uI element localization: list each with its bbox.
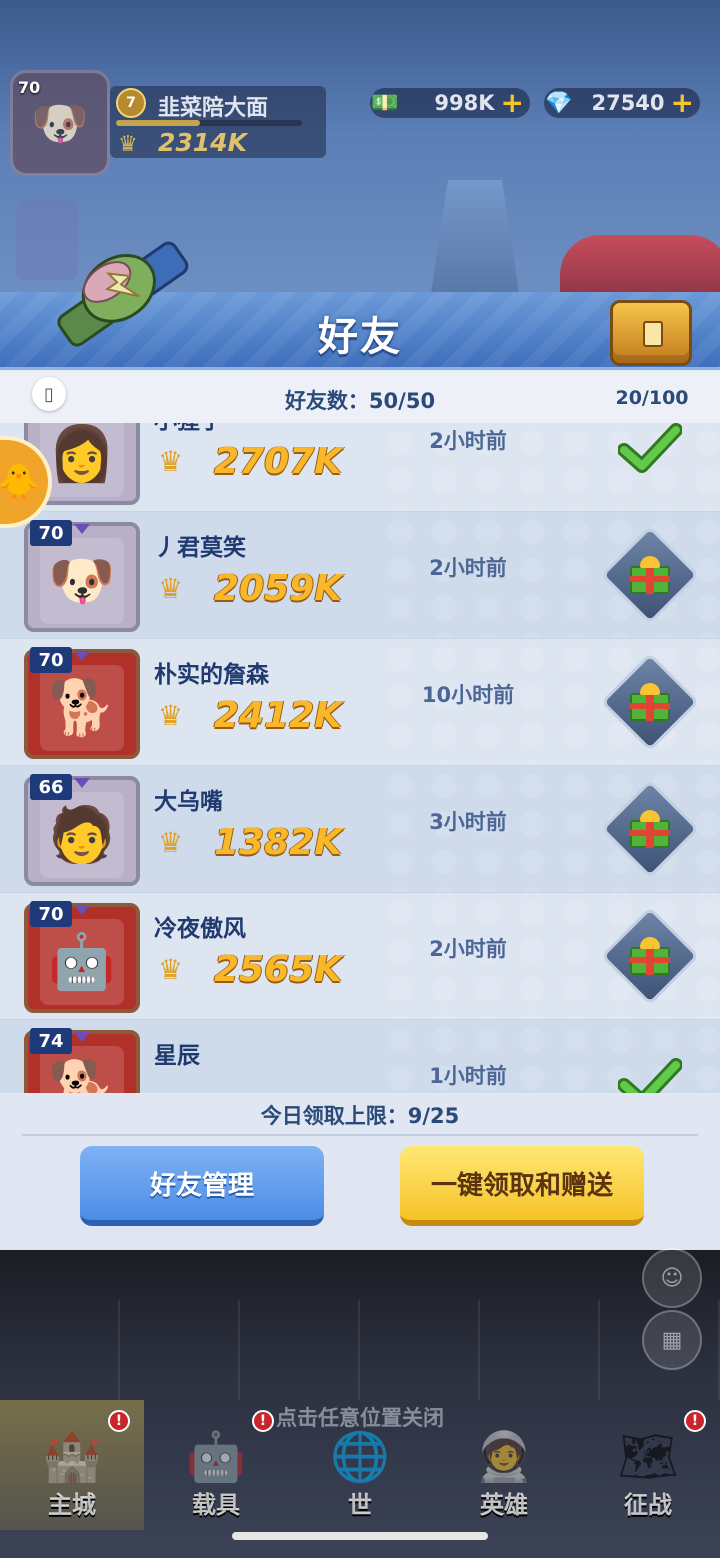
home-indicator [232, 1532, 488, 1540]
send-gift-button[interactable] [600, 525, 700, 625]
last-online: 2小时前 [429, 429, 507, 453]
friend-avatar-image: 👩 [40, 423, 124, 497]
friend-action[interactable] [600, 652, 700, 752]
hero-icon: 🧑‍🚀 [474, 1429, 534, 1485]
friend-action[interactable] [610, 423, 690, 485]
power-wings-icon: ♛ [158, 445, 184, 478]
gift-icon [630, 937, 670, 975]
send-gift-button[interactable] [600, 652, 700, 752]
friend-action[interactable] [600, 906, 700, 1006]
add-cash-button[interactable]: + [501, 89, 530, 117]
send-gift-button[interactable] [600, 779, 700, 879]
friend-power: 2707K [214, 441, 343, 482]
friend-name: 星辰 [154, 1043, 200, 1069]
friend-level: 74 [30, 1028, 72, 1054]
nav-label: 英雄 [480, 1491, 528, 1519]
friend-stats-row: ▯ 好友数：50/50 20/100 [0, 373, 720, 423]
send-gift-button[interactable] [600, 906, 700, 1006]
add-gems-button[interactable]: + [671, 89, 700, 117]
power-wings-icon: ♛ [158, 826, 184, 859]
claim-and-send-button[interactable]: 一键领取和赠送 [400, 1146, 644, 1226]
friend-power: 2565K [214, 949, 343, 990]
check-icon [618, 1058, 682, 1093]
friend-avatar-image: 🧑 [40, 792, 124, 878]
rank-badge: 7 [116, 88, 146, 118]
friend-avatar-image: 🤖 [40, 919, 124, 1005]
floor-lines [0, 1300, 720, 1400]
handshake-icon [57, 241, 189, 347]
castle-icon: 🏰 [42, 1429, 102, 1485]
friend-row[interactable]: 🧑 66 大乌嘴 ♛ 1382K 3小时前 [0, 766, 720, 893]
friend-name: 大乌嘴 [154, 789, 223, 815]
friend-name: 冷夜傲风 [154, 916, 246, 942]
friend-action[interactable] [610, 1046, 690, 1093]
friend-count: 好友数：50/50 [284, 389, 436, 413]
friend-row[interactable]: 👩 小猩子 ♛ 2707K 2小时前 [0, 423, 720, 512]
gem-icon: 💎 [545, 90, 573, 116]
last-online: 3小时前 [429, 810, 507, 834]
xp-bar-fill [116, 120, 200, 126]
nav-label: 世 [348, 1491, 372, 1519]
nav-label: 主城 [48, 1491, 96, 1519]
gift-chest-icon[interactable] [610, 300, 692, 366]
vehicle-icon: 🤖 [186, 1429, 246, 1485]
friend-power: 2412K [214, 695, 343, 736]
cash-icon: 💵 [371, 90, 399, 116]
close-hint[interactable]: 点击任意位置关闭 [0, 1402, 720, 1432]
xp-bar [116, 120, 302, 126]
phone-icon[interactable]: ▯ [32, 377, 66, 411]
power-wings-icon: ♛ [118, 132, 138, 157]
divider [22, 1134, 698, 1136]
last-online: 10小时前 [421, 683, 515, 707]
friend-name: 小猩子 [154, 423, 223, 435]
friends-dialog: 好友 ▯ 好友数：50/50 20/100 👩小猩子♛2707K2小时前🐶70丿… [0, 241, 720, 1250]
friend-name: 朴实的詹森 [154, 662, 269, 688]
friend-list[interactable]: 👩小猩子♛2707K2小时前🐶70丿君莫笑♛2059K2小时前🐕70朴实的詹森♛… [0, 423, 720, 1093]
friend-row[interactable]: 🐶 70 丿君莫笑 ♛ 2059K 2小时前 [0, 512, 720, 639]
player-level: 70 [18, 78, 41, 97]
daily-limit: 今日领取上限：9/25 [260, 1104, 460, 1128]
side-menu-icon[interactable]: ☺ [642, 1248, 702, 1308]
gift-icon [630, 683, 670, 721]
power-wings-icon: ♛ [158, 572, 184, 605]
gem-value: 27540 [591, 91, 665, 115]
leaderboard-icon[interactable]: ▦ [642, 1310, 702, 1370]
last-online: 2小时前 [429, 556, 507, 580]
friend-action[interactable] [600, 779, 700, 879]
friend-level: 66 [30, 774, 72, 800]
nav-label: 载具 [192, 1491, 240, 1519]
friend-list-scroll: 👩小猩子♛2707K2小时前🐶70丿君莫笑♛2059K2小时前🐕70朴实的詹森♛… [0, 423, 720, 1093]
friend-level: 70 [30, 520, 72, 546]
player-name: 韭菜陪大面 [158, 96, 269, 121]
friend-row[interactable]: 🐕 74 星辰 1小时前 [0, 1020, 720, 1093]
gift-icon [630, 556, 670, 594]
nav-label: 征战 [624, 1491, 672, 1519]
friend-action[interactable] [600, 525, 700, 625]
check-icon [618, 423, 682, 473]
friend-level: 70 [30, 901, 72, 927]
gift-icon [630, 810, 670, 848]
battle-icon: 🗺 [617, 1429, 679, 1485]
last-online: 1小时前 [429, 1064, 507, 1088]
friend-level: 70 [30, 647, 72, 673]
power-wings-icon: ♛ [158, 699, 184, 732]
friend-power: 2059K [214, 568, 343, 609]
friend-power: 1382K [214, 822, 343, 863]
friend-name: 丿君莫笑 [154, 535, 246, 561]
player-power: 2314K [158, 128, 247, 157]
cash-resource[interactable]: 💵 998K + [370, 88, 530, 118]
gem-resource[interactable]: 💎 27540 + [544, 88, 700, 118]
cash-value: 998K [434, 91, 495, 115]
friend-avatar-image: 🐕 [40, 665, 124, 751]
gift-count: 20/100 [615, 387, 689, 409]
friend-row[interactable]: 🤖 70 冷夜傲风 ♛ 2565K 2小时前 [0, 893, 720, 1020]
friend-row[interactable]: 🐕 70 朴实的詹森 ♛ 2412K 10小时前 [0, 639, 720, 766]
last-online: 2小时前 [429, 937, 507, 961]
world-icon: 🌐 [330, 1429, 390, 1485]
power-wings-icon: ♛ [158, 953, 184, 986]
friend-avatar-image: 🐶 [40, 538, 124, 624]
manage-friends-button[interactable]: 好友管理 [80, 1146, 324, 1226]
